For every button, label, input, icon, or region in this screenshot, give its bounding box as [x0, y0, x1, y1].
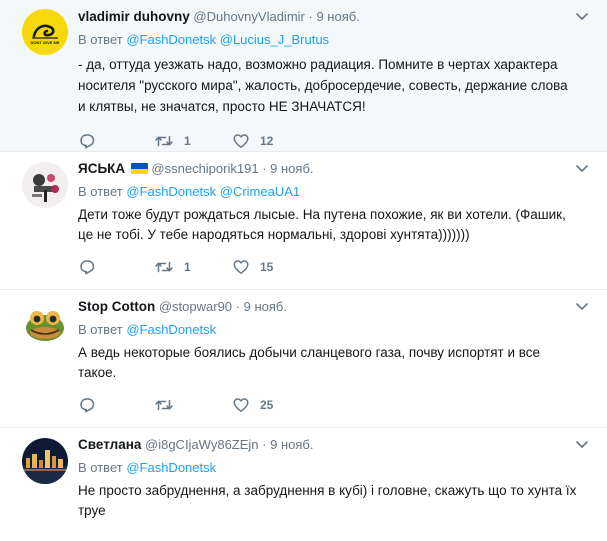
mention-link[interactable]: @FashDonetsk — [126, 184, 216, 199]
reply-icon — [80, 398, 95, 413]
tweet[interactable]: Светлана @i8gCIjaWy86ZEjn · 9 нояб. В от… — [0, 428, 607, 541]
avatar[interactable] — [22, 162, 68, 208]
reply-context: В ответ @FashDonetsk @CrimeaUA1 — [78, 183, 591, 201]
tweet-header: Stop Cotton @stopwar90 · 9 нояб. — [78, 298, 591, 316]
reply-prefix: В ответ — [78, 184, 123, 199]
tweet-content: Светлана @i8gCIjaWy86ZEjn · 9 нояб. В от… — [78, 436, 591, 521]
reply-button[interactable] — [78, 396, 154, 414]
user-handle[interactable]: @stopwar90 — [159, 299, 232, 314]
chevron-down-icon[interactable] — [573, 437, 591, 453]
user-fullname[interactable]: vladimir duhovny — [78, 9, 190, 24]
tweet-content: vladimir duhovny @DuhovnyVladimir · 9 но… — [78, 8, 591, 159]
retweet-button[interactable]: 1 — [154, 132, 232, 150]
user-handle[interactable]: @DuhovnyVladimir — [193, 9, 304, 24]
tweet-timestamp[interactable]: 9 нояб. — [270, 161, 313, 176]
user-fullname[interactable]: Stop Cotton — [78, 299, 155, 314]
tweet-timestamp[interactable]: 9 нояб. — [270, 437, 313, 452]
reply-icon — [80, 134, 95, 149]
heart-icon — [233, 260, 249, 274]
tweet[interactable]: Stop Cotton @stopwar90 · 9 нояб. В ответ… — [0, 290, 607, 428]
user-fullname[interactable]: ЯСЬКА — [78, 161, 125, 176]
mention-link[interactable]: @FashDonetsk — [126, 32, 216, 47]
tweet-timestamp[interactable]: 9 нояб. — [244, 299, 287, 314]
chevron-down-icon[interactable] — [573, 299, 591, 315]
tweet-content: Stop Cotton @stopwar90 · 9 нояб. В ответ… — [78, 298, 591, 423]
like-count: 15 — [260, 260, 274, 274]
ukraine-flag-icon — [130, 163, 148, 174]
separator-dot: · — [308, 9, 313, 24]
tweet-text: А ведь некоторые боялись добычи сланцево… — [78, 345, 541, 380]
mention-link[interactable]: @Lucius_J_Brutus — [220, 32, 329, 47]
retweet-button[interactable] — [154, 396, 232, 414]
tweet-content: ЯСЬКА @ssnechiporik191 · 9 нояб. В ответ… — [78, 160, 591, 285]
separator-dot: · — [262, 161, 267, 176]
tweet-actions: 1 15 — [78, 249, 591, 285]
reply-prefix: В ответ — [78, 32, 123, 47]
tweet-text: Дети тоже будут рождаться лысые. На путе… — [78, 207, 566, 242]
retweet-icon — [155, 399, 173, 411]
retweet-icon — [155, 261, 173, 273]
avatar[interactable]: DONT GIVE ME — [22, 9, 68, 55]
mention-link[interactable]: @FashDonetsk — [126, 322, 216, 337]
tweet-text: Не просто забруднення, а забруднення в к… — [78, 483, 577, 518]
reply-prefix: В ответ — [78, 322, 123, 337]
user-handle[interactable]: @ssnechiporik191 — [151, 161, 258, 176]
chevron-down-icon[interactable] — [573, 9, 591, 25]
retweet-count: 1 — [184, 134, 191, 148]
heart-icon — [233, 398, 249, 412]
reply-context: В ответ @FashDonetsk @Lucius_J_Brutus — [78, 31, 591, 49]
like-button[interactable]: 15 — [232, 258, 312, 276]
like-count: 25 — [260, 398, 274, 412]
avatar-logo-text: DONT GIVE ME — [30, 40, 59, 45]
avatar[interactable] — [22, 300, 68, 346]
reply-prefix: В ответ — [78, 460, 123, 475]
separator-dot: · — [262, 437, 267, 452]
avatar[interactable] — [22, 438, 68, 484]
heart-icon — [233, 134, 249, 148]
tweet-header: Светлана @i8gCIjaWy86ZEjn · 9 нояб. — [78, 436, 591, 454]
tweet[interactable]: ЯСЬКА @ssnechiporik191 · 9 нояб. В ответ… — [0, 152, 607, 290]
chevron-down-icon[interactable] — [573, 161, 591, 177]
separator-dot: · — [235, 299, 241, 314]
tweet-timestamp[interactable]: 9 нояб. — [316, 9, 359, 24]
user-handle[interactable]: @i8gCIjaWy86ZEjn — [145, 437, 259, 452]
tweet-header: vladimir duhovny @DuhovnyVladimir · 9 но… — [78, 8, 591, 26]
reply-button[interactable] — [78, 258, 154, 276]
retweet-icon — [155, 135, 173, 147]
user-fullname[interactable]: Светлана — [78, 437, 141, 452]
like-button[interactable]: 12 — [232, 132, 312, 150]
mention-link[interactable]: @CrimeaUA1 — [220, 184, 300, 199]
tweet-actions: 25 — [78, 387, 591, 423]
reply-button[interactable] — [78, 132, 154, 150]
like-count: 12 — [260, 134, 274, 148]
like-button[interactable]: 25 — [232, 396, 312, 414]
reply-context: В ответ @FashDonetsk — [78, 321, 591, 339]
tweet-header: ЯСЬКА @ssnechiporik191 · 9 нояб. — [78, 160, 591, 178]
reply-context: В ответ @FashDonetsk — [78, 459, 591, 477]
tweet[interactable]: DONT GIVE ME vladimir duhovny @DuhovnyVl… — [0, 0, 607, 152]
reply-icon — [80, 260, 95, 275]
retweet-count: 1 — [184, 260, 191, 274]
mention-link[interactable]: @FashDonetsk — [126, 460, 216, 475]
reply-thread: DONT GIVE ME vladimir duhovny @DuhovnyVl… — [0, 0, 607, 541]
retweet-button[interactable]: 1 — [154, 258, 232, 276]
tweet-text: - да, оттуда уезжать надо, возможно ради… — [78, 57, 568, 114]
